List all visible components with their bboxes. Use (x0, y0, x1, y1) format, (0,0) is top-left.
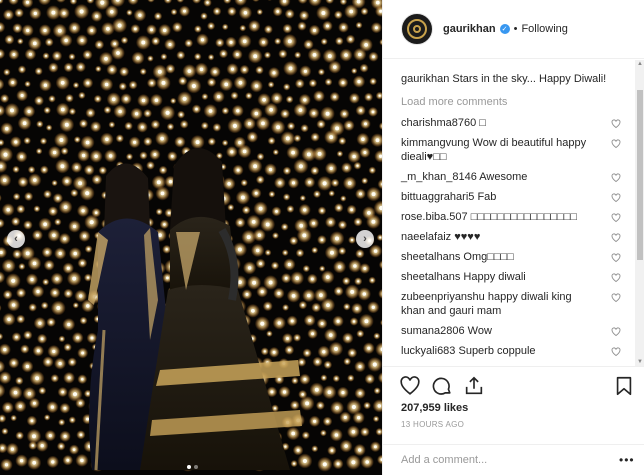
comment-row: charishma8760 □ (401, 116, 627, 130)
comments-scrollbar[interactable]: ▲ ▼ (635, 60, 644, 366)
comment-text: Omg□□□□ (463, 251, 514, 263)
comment-username[interactable]: sumana2806 (401, 325, 465, 337)
post-photo (0, 0, 382, 475)
comment-like-heart-icon[interactable] (611, 193, 621, 203)
comment-list: charishma8760 □ kimmangvung Wow di beauti… (401, 116, 633, 358)
carousel-dot-active (187, 465, 191, 469)
carousel-next-button[interactable]: › (356, 230, 374, 248)
post-caption: gaurikhan Stars in the sky... Happy Diwa… (401, 72, 629, 86)
avatar[interactable] (401, 13, 433, 45)
post-timestamp[interactable]: 13 HOURS AGO (401, 420, 464, 429)
comment-text: Happy diwali (463, 271, 526, 283)
comment-like-heart-icon[interactable] (611, 139, 621, 149)
caption-username[interactable]: gaurikhan (401, 73, 449, 85)
avatar-logo-icon (407, 19, 427, 39)
caption-text: Stars in the sky... Happy Diwali! (452, 73, 607, 85)
comment-username[interactable]: zubeenpriyanshu (401, 291, 485, 303)
more-options-button[interactable]: ••• (619, 453, 635, 467)
comment-text: Awesome (479, 171, 528, 183)
comment-text: Fab (477, 191, 497, 203)
comment-row: bittuaggrahari5 Fab (401, 190, 627, 204)
post-actions: 207,959 likes 13 HOURS AGO (383, 366, 644, 436)
comment-icon[interactable] (431, 375, 453, 397)
post-header: gaurikhan ✓ • Following (383, 0, 644, 59)
add-comment-input[interactable] (401, 454, 601, 466)
instagram-post-view: ‹ › gaurikhan ✓ • Following gaurikhan St… (0, 0, 644, 475)
action-icons (399, 375, 485, 397)
heart-icon[interactable] (399, 375, 421, 397)
comment-like-heart-icon[interactable] (611, 233, 621, 243)
comment-like-heart-icon[interactable] (611, 273, 621, 283)
comment-like-heart-icon[interactable] (611, 327, 621, 337)
load-more-comments-link[interactable]: Load more comments (401, 96, 633, 108)
comment-row: rose.biba.507 □□□□□□□□□□□□□□□□ (401, 210, 627, 224)
add-comment-bar: ••• (383, 444, 644, 475)
comment-username[interactable]: luckyali683 (401, 345, 455, 357)
bookmark-icon[interactable] (613, 375, 635, 397)
scrollbar-thumb[interactable] (637, 90, 643, 260)
scroll-up-icon[interactable]: ▲ (637, 61, 643, 67)
comment-text: ♥♥♥♥ (454, 231, 481, 243)
header-username[interactable]: gaurikhan (443, 23, 496, 35)
scroll-down-icon[interactable]: ▼ (637, 359, 643, 365)
comment-username[interactable]: rose.biba.507 (401, 211, 468, 223)
verified-badge-icon: ✓ (499, 24, 510, 34)
comment-text: Superb coppule (458, 345, 536, 357)
comment-like-heart-icon[interactable] (611, 253, 621, 263)
carousel-indicator (187, 465, 198, 469)
comment-row: kimmangvung Wow di beautiful happy dieal… (401, 136, 627, 164)
carousel-prev-button[interactable]: ‹ (7, 230, 25, 248)
like-count[interactable]: 207,959 likes (401, 402, 468, 414)
comment-row: luckyali683 Superb coppule (401, 344, 627, 358)
header-separator: • (513, 23, 518, 35)
comment-text: Wow (467, 325, 492, 337)
comment-like-heart-icon[interactable] (611, 347, 621, 357)
comment-username[interactable]: naeelafaiz (401, 231, 451, 243)
comment-like-heart-icon[interactable] (611, 119, 621, 129)
comment-username[interactable]: kimmangvung (401, 137, 469, 149)
comment-row: _m_khan_8146 Awesome (401, 170, 627, 184)
comment-row: zubeenpriyanshu happy diwali king khan a… (401, 290, 627, 318)
comment-like-heart-icon[interactable] (611, 293, 621, 303)
post-media[interactable]: ‹ › (0, 0, 382, 475)
comment-text: □ (479, 117, 486, 129)
comment-username[interactable]: charishma8760 (401, 117, 476, 129)
comment-username[interactable]: sheetalhans (401, 251, 460, 263)
share-icon[interactable] (463, 375, 485, 397)
comment-like-heart-icon[interactable] (611, 213, 621, 223)
carousel-dot (194, 465, 198, 469)
following-button[interactable]: Following (521, 23, 567, 35)
comment-text: □□□□□□□□□□□□□□□□ (470, 211, 578, 223)
comment-row: sheetalhans Happy diwali (401, 270, 627, 284)
comment-row: naeelafaiz ♥♥♥♥ (401, 230, 627, 244)
comment-row: sumana2806 Wow (401, 324, 627, 338)
post-side-panel: gaurikhan ✓ • Following gaurikhan Stars … (382, 0, 644, 475)
comment-row: sheetalhans Omg□□□□ (401, 250, 627, 264)
comments-area[interactable]: gaurikhan Stars in the sky... Happy Diwa… (383, 60, 633, 366)
comment-username[interactable]: _m_khan_8146 (401, 171, 477, 183)
comment-username[interactable]: sheetalhans (401, 271, 460, 283)
comment-username[interactable]: bittuaggrahari5 (401, 191, 474, 203)
comment-like-heart-icon[interactable] (611, 173, 621, 183)
